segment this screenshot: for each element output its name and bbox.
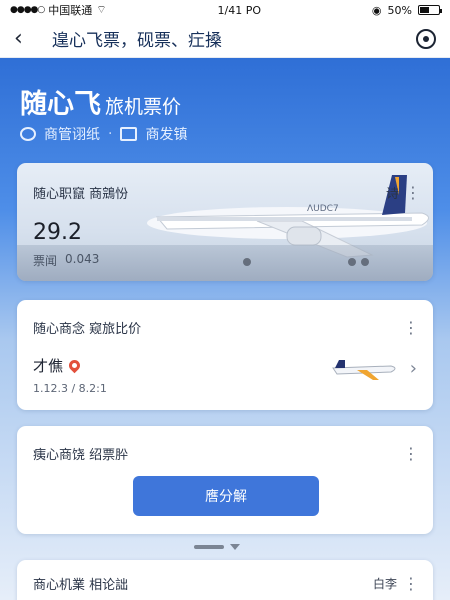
card2-title: 随心商念 窥旅比价	[33, 322, 142, 337]
card4-more-icon[interactable]: ⋮	[403, 575, 419, 592]
status-right: ◉ 50%	[371, 3, 442, 17]
card1-meta: 票闻 0.043	[33, 252, 99, 269]
destination-label: 才僬	[33, 357, 64, 375]
hero-subline: 商管诩纸 · 商发镇	[20, 124, 187, 144]
status-bar: ●●●●○ 中国联通 ⌔ 1/41 PO ◉ 50%	[0, 0, 450, 20]
card3-more-icon[interactable]: ⋮	[403, 445, 419, 462]
hero-sub-left[interactable]: 商管诩纸	[44, 124, 100, 144]
chat-icon	[20, 127, 36, 141]
pager-arrow-icon	[230, 544, 240, 550]
lock-rotation-icon: ◉	[371, 3, 382, 17]
primary-action-button[interactable]: 噟分解	[133, 476, 319, 516]
chevron-right-icon[interactable]: ›	[410, 358, 417, 379]
card3-title: 痍心商饶 绍票肸	[33, 448, 129, 463]
card1-price: 29.2	[33, 220, 82, 245]
status-time: 1/41 PO	[217, 3, 262, 17]
card1-meta-label: 票闻	[33, 254, 58, 268]
card1-more-icon[interactable]: ⋮	[405, 184, 421, 201]
card4-tail: 白李 ⋮	[373, 575, 419, 592]
message-icon	[120, 127, 138, 141]
ticket-card: 痍心商饶 绍票肸 ⋮ 噟分解	[17, 426, 433, 534]
signal-icon: ●●●●○	[10, 5, 45, 15]
hero-sub-right[interactable]: 商发镇	[145, 124, 187, 144]
svg-text:ΛUDC7: ΛUDC7	[307, 204, 339, 214]
status-left: ●●●●○ 中国联通 ⌔	[10, 2, 107, 18]
card4-title: 商心机業 相论詘	[33, 578, 129, 593]
divider-dot: ·	[108, 126, 113, 142]
card4-header: 商心机業 相论詘 白李 ⋮	[33, 574, 419, 593]
comparison-card[interactable]: 随心商念 窥旅比价 ⋮ 才僬 1.12.3 / 8.2:1 ›	[17, 300, 433, 410]
card2-header: 随心商念 窥旅比价 ⋮	[33, 318, 419, 337]
pager-bar	[194, 545, 224, 549]
destination-row: 才僬	[33, 355, 83, 376]
hero-title: 随心飞 旅机票价	[20, 82, 181, 121]
card2-more-icon[interactable]: ⋮	[403, 319, 419, 336]
hero-title-main: 随心飞	[20, 89, 101, 120]
battery-icon	[417, 5, 442, 15]
battery-percent: 50%	[387, 3, 412, 17]
back-icon[interactable]: ‹	[14, 27, 38, 50]
airplane-small-icon	[332, 360, 396, 380]
ratio-text: 1.12.3 / 8.2:1	[33, 382, 107, 395]
card1-title: 随心职竄 商鵍㤋	[33, 187, 129, 202]
more-circle-icon[interactable]	[416, 28, 436, 49]
featured-flight-card[interactable]: ΛUDC7 随心职竄 商鵍㤋 诗 ⋮ 29.2 票闻 0.043	[17, 163, 433, 281]
card1-right-label: 诗	[385, 187, 399, 202]
location-pin-icon	[66, 357, 83, 374]
wifi-icon: ⌔	[96, 3, 107, 16]
card1-header: 随心职竄 商鵍㤋 诗 ⋮	[33, 183, 421, 202]
card4-right-label: 白李	[372, 577, 397, 591]
bottom-card[interactable]: 商心机業 相论詘 白李 ⋮	[17, 560, 433, 600]
nav-title: 遑心飞票，砚票、疘搡	[52, 31, 222, 51]
pager-indicator	[194, 544, 240, 550]
carrier-label: 中国联通	[48, 4, 93, 17]
card3-header: 痍心商饶 绍票肸 ⋮	[33, 444, 419, 463]
hero-title-sub: 旅机票价	[105, 96, 182, 118]
nav-bar: ‹ 遑心飞票，砚票、疘搡	[0, 20, 450, 58]
card1-meta-value: 0.043	[65, 252, 100, 266]
